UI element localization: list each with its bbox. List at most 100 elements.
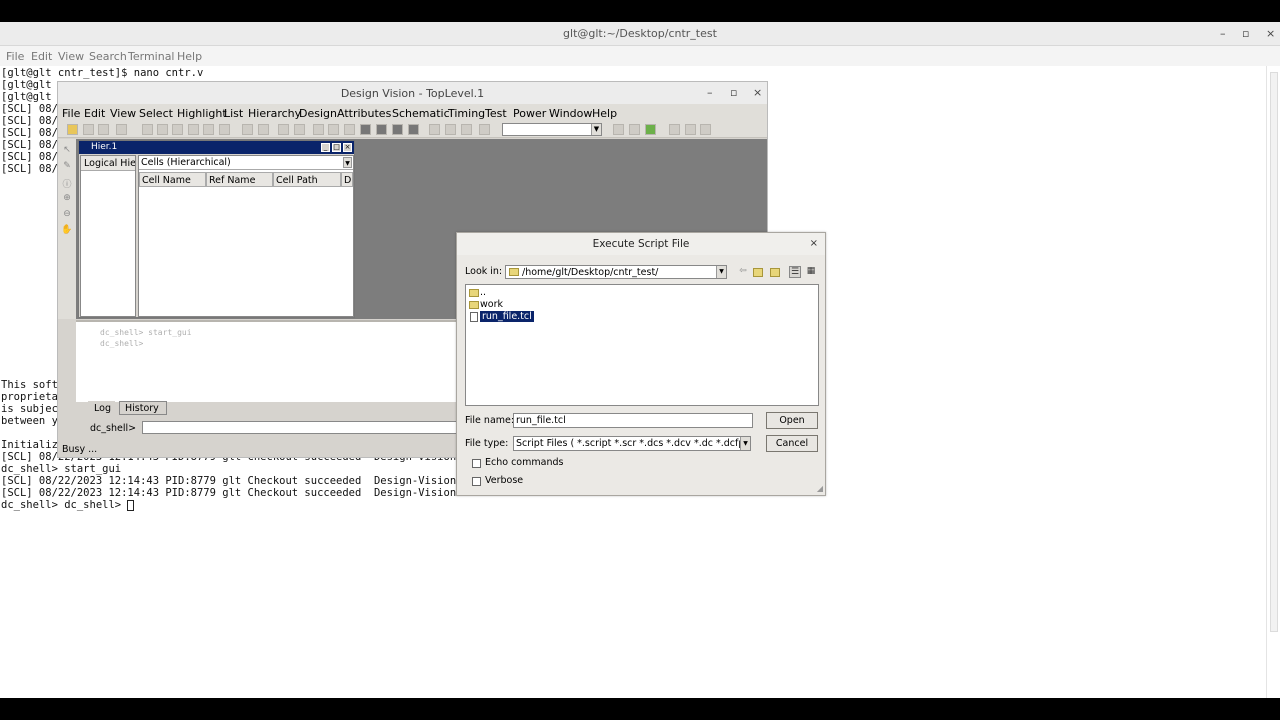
- toolbar-icon[interactable]: [219, 124, 230, 135]
- dv-menu-select[interactable]: Select: [139, 107, 173, 120]
- schematic-icon[interactable]: [360, 124, 371, 135]
- open-folder-icon[interactable]: [67, 124, 78, 135]
- dv-menu-list[interactable]: List: [224, 107, 243, 120]
- close-icon[interactable]: ×: [1266, 27, 1275, 40]
- info-icon[interactable]: ⓘ: [61, 177, 73, 190]
- zoom-icon[interactable]: [142, 124, 153, 135]
- toolbar-icon[interactable]: [278, 124, 289, 135]
- echo-commands-checkbox[interactable]: [472, 459, 481, 468]
- toolbar-icon[interactable]: [344, 124, 355, 135]
- file-list[interactable]: .. work run_file.tcl: [465, 284, 819, 406]
- close-icon[interactable]: ×: [343, 143, 352, 152]
- schematic-icon[interactable]: [408, 124, 419, 135]
- chevron-down-icon[interactable]: ▼: [716, 266, 726, 278]
- dv-menu-timing[interactable]: Timing: [448, 107, 485, 120]
- new-folder-icon[interactable]: [770, 268, 780, 277]
- toolbar-icon[interactable]: [479, 124, 490, 135]
- resize-grip-icon[interactable]: ◢: [817, 484, 823, 493]
- forward-icon[interactable]: [258, 124, 269, 135]
- verbose-checkbox[interactable]: [472, 477, 481, 486]
- list-item[interactable]: work: [468, 299, 503, 311]
- list-item[interactable]: ..: [468, 287, 486, 299]
- toolbar-icon[interactable]: [328, 124, 339, 135]
- dv-menu-power[interactable]: Power: [513, 107, 546, 120]
- toolbar-icon[interactable]: [294, 124, 305, 135]
- close-icon[interactable]: ×: [753, 86, 762, 99]
- terminal-menu-help[interactable]: Help: [177, 50, 202, 63]
- column-cell-path[interactable]: Cell Path: [273, 172, 341, 187]
- command-input[interactable]: [142, 421, 466, 434]
- toolbar-icon[interactable]: [429, 124, 440, 135]
- zoom-in-icon[interactable]: ⊕: [61, 193, 73, 205]
- toolbar-icon[interactable]: [461, 124, 472, 135]
- tab-log[interactable]: Log: [88, 401, 115, 415]
- column-cell-name[interactable]: Cell Name: [139, 172, 206, 187]
- open-button[interactable]: Open: [766, 412, 818, 429]
- maximize-icon[interactable]: □: [332, 143, 341, 152]
- maximize-icon[interactable]: ▫: [730, 86, 737, 99]
- dv-menu-view[interactable]: View: [110, 107, 136, 120]
- file-name-input[interactable]: run_file.tcl: [513, 413, 753, 428]
- dv-menu-attributes[interactable]: Attributes: [337, 107, 391, 120]
- zoom-area-icon[interactable]: [203, 124, 214, 135]
- zoom-in-icon[interactable]: [157, 124, 168, 135]
- toolbar-icon[interactable]: [116, 124, 127, 135]
- toolbar-combo[interactable]: ▼: [502, 123, 602, 136]
- edit-icon[interactable]: [645, 124, 656, 135]
- dv-menu-schematic[interactable]: Schematic: [392, 107, 450, 120]
- parent-folder-icon[interactable]: [753, 268, 763, 277]
- detail-view-icon[interactable]: ▦: [805, 266, 817, 278]
- minimize-icon[interactable]: –: [1220, 27, 1226, 40]
- print-icon[interactable]: [98, 124, 109, 135]
- look-in-select[interactable]: /home/glt/Desktop/cntr_test/ ▼: [505, 265, 727, 279]
- dv-menu-design[interactable]: Design: [299, 107, 337, 120]
- terminal-menu-search[interactable]: Search: [89, 50, 127, 63]
- terminal-menu-view[interactable]: View: [58, 50, 84, 63]
- chevron-down-icon[interactable]: ▼: [740, 437, 750, 450]
- zoom-fit-icon[interactable]: [188, 124, 199, 135]
- chevron-down-icon[interactable]: ▼: [591, 124, 601, 135]
- hand-icon[interactable]: ✋: [61, 225, 73, 237]
- pointer-icon[interactable]: ↖: [61, 145, 73, 157]
- back-icon[interactable]: ⇦: [737, 266, 749, 278]
- maximize-icon[interactable]: ▫: [1242, 27, 1249, 40]
- toolbar-icon[interactable]: [613, 124, 624, 135]
- dv-menu-test[interactable]: Test: [485, 107, 507, 120]
- toolbar-icon[interactable]: [313, 124, 324, 135]
- schematic-icon[interactable]: [376, 124, 387, 135]
- list-view-icon[interactable]: ☰: [789, 266, 801, 278]
- terminal-scrollbar-thumb[interactable]: [1270, 72, 1278, 632]
- column-d[interactable]: D: [341, 172, 353, 187]
- cancel-button[interactable]: Cancel: [766, 435, 818, 452]
- dv-menu-highlight[interactable]: Highlight: [177, 107, 227, 120]
- minimize-icon[interactable]: _: [321, 143, 330, 152]
- zoom-out-icon[interactable]: [172, 124, 183, 135]
- column-ref-name[interactable]: Ref Name: [206, 172, 273, 187]
- save-icon[interactable]: [83, 124, 94, 135]
- file-type-select[interactable]: Script Files ( *.script *.scr *.dcs *.dc…: [513, 436, 751, 451]
- dv-menu-edit[interactable]: Edit: [84, 107, 105, 120]
- pencil-icon[interactable]: ✎: [61, 161, 73, 173]
- zoom-icon[interactable]: [669, 124, 680, 135]
- zoom-icon[interactable]: [700, 124, 711, 135]
- schematic-icon[interactable]: [392, 124, 403, 135]
- zoom-out-icon[interactable]: ⊖: [61, 209, 73, 221]
- list-item-selected[interactable]: run_file.tcl: [468, 311, 534, 323]
- zoom-icon[interactable]: [685, 124, 696, 135]
- close-icon[interactable]: ×: [810, 238, 818, 249]
- logical-hierarchy-tab[interactable]: Logical Hie: [81, 156, 135, 171]
- terminal-scrollbar[interactable]: [1266, 66, 1280, 698]
- terminal-menu-file[interactable]: File: [6, 50, 24, 63]
- cells-view-select[interactable]: Cells (Hierarchical) ▼: [139, 156, 353, 170]
- toolbar-icon[interactable]: [445, 124, 456, 135]
- terminal-menu-terminal[interactable]: Terminal: [128, 50, 175, 63]
- dv-menu-file[interactable]: File: [62, 107, 80, 120]
- dv-menu-hierarchy[interactable]: Hierarchy: [248, 107, 301, 120]
- toolbar-icon[interactable]: [629, 124, 640, 135]
- terminal-menu-edit[interactable]: Edit: [31, 50, 52, 63]
- chevron-down-icon[interactable]: ▼: [343, 157, 352, 168]
- back-icon[interactable]: [242, 124, 253, 135]
- minimize-icon[interactable]: –: [707, 86, 713, 99]
- tab-history[interactable]: History: [119, 401, 167, 415]
- dv-menu-help[interactable]: Help: [592, 107, 617, 120]
